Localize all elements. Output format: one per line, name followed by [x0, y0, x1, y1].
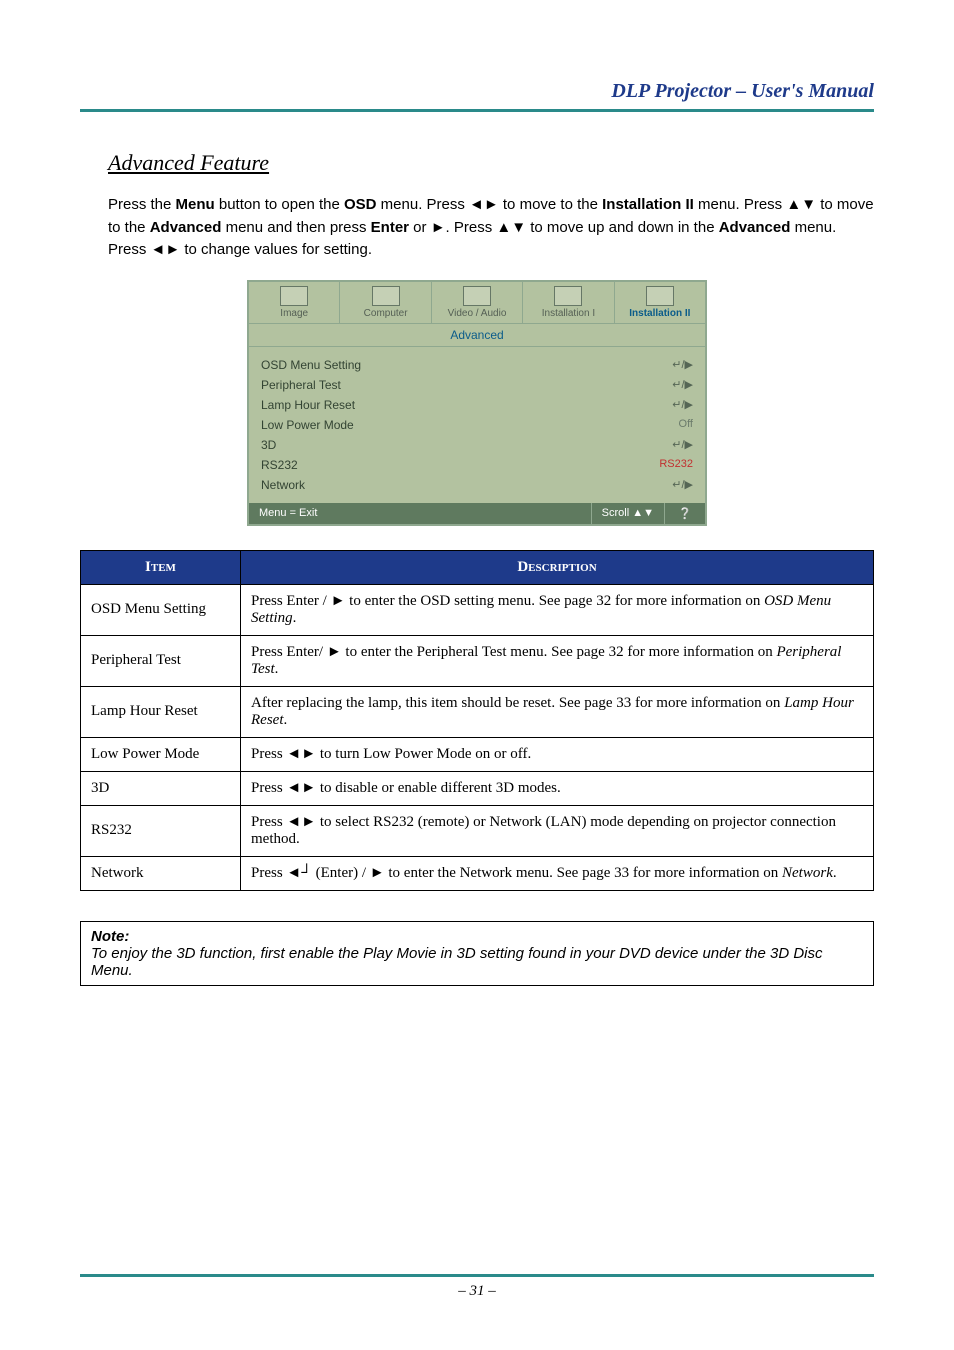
desc-text: Press ◄► to turn Low Power Mode on or of…	[251, 746, 531, 762]
table-row: Lamp Hour Reset After replacing the lamp…	[81, 686, 874, 737]
desc-text: Press Enter / ► to enter the OSD setting…	[251, 593, 764, 609]
osd-row-label: 3D	[261, 438, 276, 452]
help-icon: ❔	[665, 503, 705, 524]
table-head-desc: Description	[241, 550, 874, 584]
desc-text: .	[293, 610, 297, 626]
table-cell-item: 3D	[81, 771, 241, 805]
page-header-title: DLP Projector – User's Manual	[80, 80, 874, 112]
table-cell-desc: After replacing the lamp, this item shou…	[241, 686, 874, 737]
enter-arrow-icon: ↵/▶	[672, 358, 693, 372]
osd-tabs: Image Computer Video / Audio Installatio…	[249, 282, 705, 324]
table-cell-item: Low Power Mode	[81, 737, 241, 771]
enter-arrow-icon: ↵/▶	[672, 378, 693, 392]
table-row: 3D Press ◄► to disable or enable differe…	[81, 771, 874, 805]
osd-row-3d: 3D ↵/▶	[261, 435, 693, 455]
osd-row-label: OSD Menu Setting	[261, 358, 361, 372]
desc-text: Press Enter/ ► to enter the Peripheral T…	[251, 644, 776, 660]
osd-row-low-power: Low Power Mode Off	[261, 415, 693, 435]
intro-text: or ►. Press ▲▼ to move up and down in th…	[409, 219, 719, 236]
intro-text: Press the	[108, 196, 176, 213]
table-row: Network Press ◄┘ (Enter) / ► to enter th…	[81, 856, 874, 890]
intro-bold: OSD	[344, 196, 377, 213]
osd-row-label: Network	[261, 478, 305, 492]
table-cell-item: OSD Menu Setting	[81, 584, 241, 635]
table-cell-desc: Press Enter/ ► to enter the Peripheral T…	[241, 635, 874, 686]
osd-row-lamp: Lamp Hour Reset ↵/▶	[261, 395, 693, 415]
osd-tab-label: Installation I	[542, 308, 595, 319]
intro-bold: Advanced	[150, 219, 222, 236]
table-cell-desc: Press ◄► to select RS232 (remote) or Net…	[241, 805, 874, 856]
osd-tab-label: Installation II	[629, 308, 690, 319]
intro-text: button to open the	[215, 196, 344, 213]
osd-row-network: Network ↵/▶	[261, 475, 693, 495]
enter-arrow-icon: ↵/▶	[672, 438, 693, 452]
desc-text: Press ◄► to disable or enable different …	[251, 780, 561, 796]
osd-row-value: Off	[679, 418, 693, 432]
desc-text: .	[833, 865, 837, 881]
note-box: Note: To enjoy the 3D function, first en…	[80, 921, 874, 986]
osd-menu-list: OSD Menu Setting ↵/▶ Peripheral Test ↵/▶ L…	[249, 347, 705, 503]
desc-text: Press ◄┘ (Enter) / ► to enter the Networ…	[251, 865, 782, 881]
osd-tab-label: Video / Audio	[448, 308, 507, 319]
table-head-item: Item	[81, 550, 241, 584]
enter-arrow-icon: ↵/▶	[672, 478, 693, 492]
osd-row-label: Lamp Hour Reset	[261, 398, 355, 412]
table-row: Peripheral Test Press Enter/ ► to enter …	[81, 635, 874, 686]
monitor-icon	[280, 286, 308, 306]
osd-screenshot: Image Computer Video / Audio Installatio…	[247, 280, 707, 526]
computer-icon	[372, 286, 400, 306]
desc-text: .	[283, 712, 287, 728]
osd-row-label: Peripheral Test	[261, 378, 341, 392]
note-text: To enjoy the 3D function, first enable t…	[91, 945, 823, 979]
table-cell-item: RS232	[81, 805, 241, 856]
intro-text: menu. Press ◄► to move to the	[377, 196, 603, 213]
desc-text: Press ◄► to select RS232 (remote) or Net…	[251, 814, 836, 847]
table-cell-item: Peripheral Test	[81, 635, 241, 686]
osd-row-osd-menu: OSD Menu Setting ↵/▶	[261, 355, 693, 375]
description-table: Item Description OSD Menu Setting Press …	[80, 550, 874, 891]
osd-tab-label: Image	[280, 308, 308, 319]
osd-tab-inst2: Installation II	[615, 282, 705, 323]
section-heading: Advanced Feature	[108, 150, 874, 176]
table-cell-desc: Press ◄► to turn Low Power Mode on or of…	[241, 737, 874, 771]
osd-row-label: Low Power Mode	[261, 418, 354, 432]
intro-text: menu and then press	[221, 219, 370, 236]
video-icon	[463, 286, 491, 306]
osd-footer-right: Scroll ▲▼	[592, 503, 665, 524]
intro-bold: Installation II	[602, 196, 694, 213]
intro-paragraph: Press the Menu button to open the OSD me…	[108, 194, 874, 262]
table-cell-desc: Press Enter / ► to enter the OSD setting…	[241, 584, 874, 635]
osd-tab-image: Image	[249, 282, 340, 323]
osd-row-rs232: RS232 RS232	[261, 455, 693, 475]
table-cell-item: Network	[81, 856, 241, 890]
osd-row-label: RS232	[261, 458, 298, 472]
page-number: – 31 –	[458, 1283, 496, 1299]
osd-tab-inst1: Installation I	[523, 282, 614, 323]
osd-tab-computer: Computer	[340, 282, 431, 323]
desc-text: After replacing the lamp, this item shou…	[251, 695, 784, 711]
table-row: OSD Menu Setting Press Enter / ► to ente…	[81, 584, 874, 635]
projector2-icon	[646, 286, 674, 306]
table-cell-desc: Press ◄► to disable or enable different …	[241, 771, 874, 805]
osd-tab-video: Video / Audio	[432, 282, 523, 323]
table-cell-item: Lamp Hour Reset	[81, 686, 241, 737]
osd-subheading: Advanced	[249, 324, 705, 347]
osd-row-value: RS232	[659, 458, 693, 472]
note-label: Note:	[91, 928, 129, 945]
projector1-icon	[554, 286, 582, 306]
table-row: RS232 Press ◄► to select RS232 (remote) …	[81, 805, 874, 856]
table-row: Low Power Mode Press ◄► to turn Low Powe…	[81, 737, 874, 771]
intro-bold: Menu	[176, 196, 215, 213]
enter-arrow-icon: ↵/▶	[672, 398, 693, 412]
desc-text: .	[275, 661, 279, 677]
intro-bold: Enter	[371, 219, 409, 236]
table-cell-desc: Press ◄┘ (Enter) / ► to enter the Networ…	[241, 856, 874, 890]
osd-row-peripheral: Peripheral Test ↵/▶	[261, 375, 693, 395]
page-footer: – 31 –	[80, 1274, 874, 1300]
osd-footer: Menu = Exit Scroll ▲▼ ❔	[249, 503, 705, 524]
desc-italic: Network	[782, 865, 833, 881]
intro-bold: Advanced	[719, 219, 791, 236]
osd-footer-left: Menu = Exit	[249, 503, 592, 524]
osd-tab-label: Computer	[364, 308, 408, 319]
